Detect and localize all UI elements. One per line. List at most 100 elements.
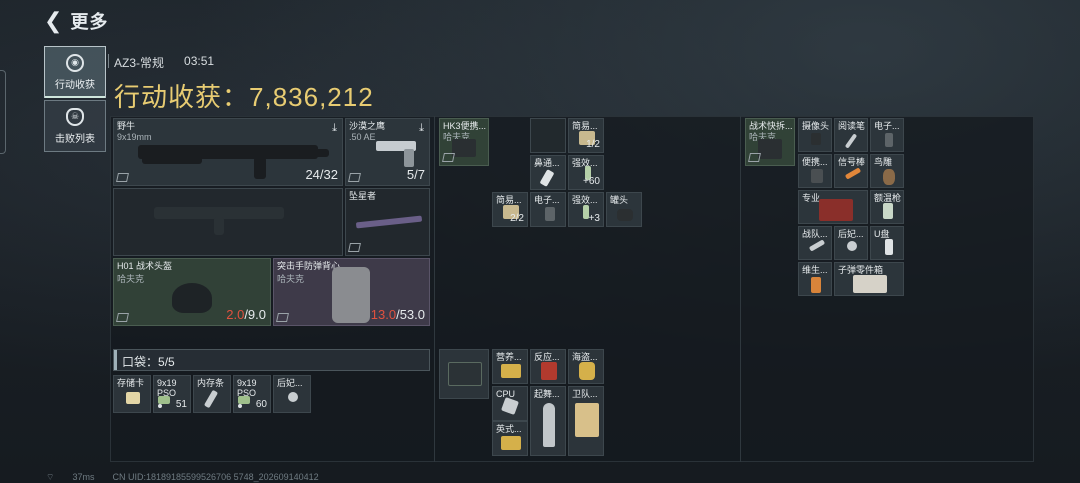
empty-rig-slot[interactable] [530, 118, 566, 153]
item-name: 鸟雕 [874, 157, 893, 167]
rig-item[interactable]: 电子... [530, 192, 566, 227]
page-title: 更多 [70, 12, 109, 32]
item-name: 简易... [496, 195, 522, 205]
backpack-item[interactable]: U盘 [870, 226, 904, 260]
side-drawer-handle[interactable] [0, 70, 6, 154]
item-name: 9x19 PSO [237, 378, 257, 398]
safe-box-item[interactable]: 卫队... [568, 386, 604, 456]
pocket-item[interactable]: 内存条 [193, 375, 231, 413]
melee-name: 坠星者 [349, 191, 377, 201]
back-arrow-icon[interactable]: ❮ [44, 8, 62, 34]
item-name: 额温枪 [874, 193, 902, 203]
tab-operation-earnings[interactable]: ◉ 行动收获 [44, 46, 106, 98]
item-image [203, 389, 219, 409]
pocket-header: 口袋：5/5 [113, 349, 430, 371]
durability: 13.0/53.0 [371, 307, 425, 322]
rig-item[interactable]: 强效... +60 [568, 155, 604, 190]
item-name: 鼻通... [534, 158, 560, 168]
ammo-dot-icon [158, 404, 162, 408]
durability-max: /53.0 [396, 307, 425, 322]
rig-item[interactable]: 简易... 2/2 [492, 192, 528, 227]
item-image [541, 362, 557, 380]
backpack-item[interactable]: 子弹零件箱 [834, 262, 904, 296]
item-name: 简易... [572, 121, 598, 131]
backpack-item[interactable]: 阅读笔 [834, 118, 868, 152]
download-icon[interactable]: ⤓ [332, 122, 337, 135]
insurance-icon [442, 153, 455, 162]
item-image [819, 199, 853, 221]
insurance-icon [116, 313, 129, 322]
safe-box-item[interactable]: CPU [492, 386, 528, 421]
backpack-item[interactable]: 信号棒 [834, 154, 868, 188]
pocket-item[interactable]: 9x19 PSO 51 [153, 375, 191, 413]
item-name: 英式... [496, 424, 522, 434]
item-name: 卫队... [572, 389, 598, 399]
item-count: 1/2 [586, 139, 600, 150]
item-image [126, 392, 140, 404]
item-name: 内存条 [197, 378, 225, 388]
safe-box-item[interactable]: 海盗... [568, 349, 604, 384]
item-name: 摄像头 [802, 121, 830, 131]
backpack-item[interactable]: 电子... [870, 118, 904, 152]
backpack-item[interactable]: 专业... [798, 190, 868, 224]
item-name: 罐头 [610, 195, 629, 205]
safe-box-item[interactable]: 反应... [530, 349, 566, 384]
item-name: 电子... [874, 121, 900, 131]
rig-item[interactable]: 简易... 1/2 [568, 118, 604, 153]
backpack-slot[interactable]: 战术快拆... 哈夫克 [745, 118, 795, 166]
divider [740, 116, 741, 462]
safe-box-item[interactable]: 营养... [492, 349, 528, 384]
backpack-item[interactable]: 维生... [798, 262, 832, 296]
durability-current: 13.0 [370, 307, 397, 322]
pocket-item[interactable]: 9x19 PSO 60 [233, 375, 271, 413]
chest-rig-slot[interactable]: HK3便携... 哈夫克 [439, 118, 489, 166]
armor-slot[interactable]: 突击手防弹背心 哈夫克 13.0/53.0 [273, 258, 430, 326]
armor-name: 突击手防弹背心 [277, 261, 341, 271]
backpack-item[interactable]: 额温枪 [870, 190, 904, 224]
divider [434, 116, 435, 462]
empty-weapon-slot[interactable] [113, 188, 343, 256]
item-image [811, 277, 821, 293]
divider [108, 54, 109, 68]
ping: 37ms [72, 472, 95, 482]
backpack-item[interactable]: 鸟雕 [870, 154, 904, 188]
helmet-slot[interactable]: H01 战术头盔 哈夫克 2.0/9.0 [113, 258, 271, 326]
rig-item[interactable]: 罐头 [606, 192, 642, 227]
item-name: U盘 [874, 229, 890, 239]
weapon-name: 野牛 [117, 121, 136, 131]
safe-box-item[interactable]: 英式... [492, 421, 528, 456]
helmet-brand: 哈夫克 [117, 274, 145, 284]
rig-item[interactable]: 强效... +3 [568, 192, 604, 227]
item-count: 51 [175, 399, 187, 410]
primary-weapon-slot[interactable]: 野牛 9x19mm ⤓ 24/32 [113, 118, 343, 186]
header: ❮ 更多 [44, 8, 108, 34]
rig-item[interactable]: 鼻通... [530, 155, 566, 190]
secondary-weapon-slot[interactable]: 沙漠之鹰 .50 AE ⤓ 5/7 [345, 118, 430, 186]
backpack-item[interactable]: 摄像头 [798, 118, 832, 152]
pocket-count: 5/5 [158, 355, 175, 369]
item-count: 2/2 [510, 213, 524, 224]
ammo-count: 5/7 [406, 167, 425, 182]
item-image [579, 362, 595, 380]
weapon-caliber: 9x19mm [117, 132, 152, 142]
weapon-caliber: .50 AE [349, 132, 376, 142]
backpack-item[interactable]: 便携... [798, 154, 832, 188]
safe-box-item[interactable]: 起舞... [530, 386, 566, 456]
backpack-item[interactable]: 战队... [798, 226, 832, 260]
user-uid: CN UID:18189185599526706 5748_2026091404… [112, 472, 319, 482]
weapon-name: 沙漠之鹰 [349, 121, 386, 131]
rig-image [452, 139, 476, 157]
item-name: 信号棒 [838, 157, 866, 167]
safe-box-slot[interactable] [439, 349, 489, 399]
earnings-total: 行动收获：7,836,212 [114, 77, 374, 114]
download-icon[interactable]: ⤓ [419, 122, 424, 135]
melee-slot[interactable]: 坠星者 [345, 188, 430, 256]
item-count: +3 [588, 213, 600, 224]
pocket-item[interactable]: 存储卡 [113, 375, 151, 413]
item-image [844, 133, 858, 149]
backpack-item[interactable]: 后妃... [834, 226, 868, 260]
tab-kill-list[interactable]: ☠ 击败列表 [44, 100, 106, 152]
map-name: AZ3-常规 [114, 56, 165, 70]
item-image [883, 169, 895, 185]
pocket-item[interactable]: 后妃... [273, 375, 311, 413]
